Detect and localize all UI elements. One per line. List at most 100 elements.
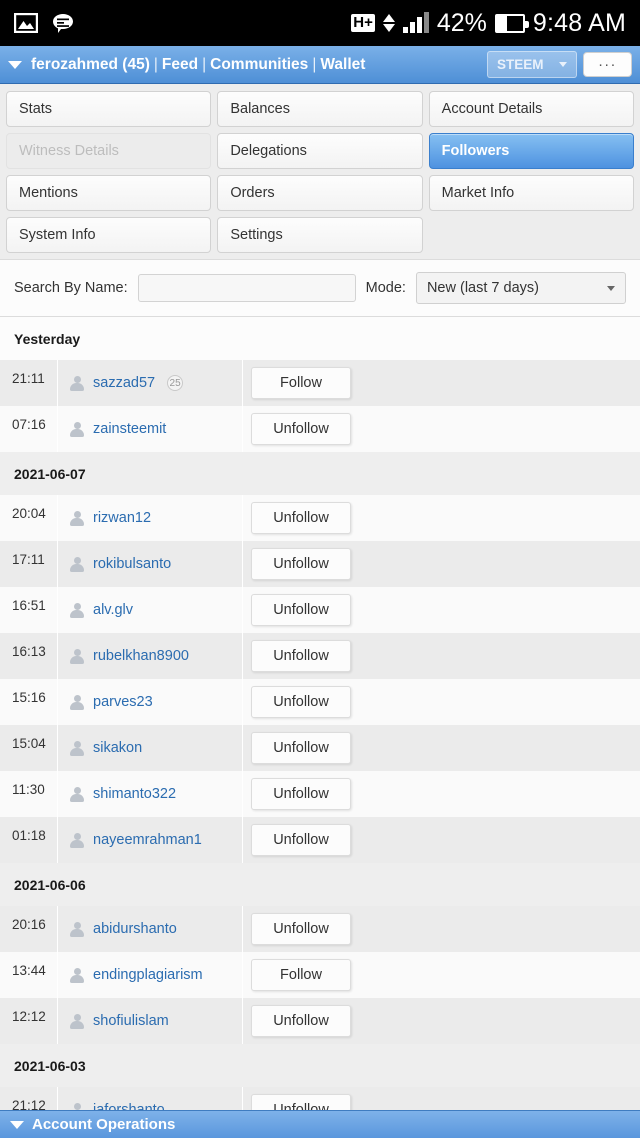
tab-grid: Stats Balances Account Details Witness D… <box>6 91 634 253</box>
user-icon <box>70 602 84 618</box>
date-group-header: 2021-06-06 <box>0 863 640 906</box>
row-user[interactable]: zainsteemit <box>58 406 243 452</box>
row-time: 15:16 <box>0 679 58 725</box>
data-transfer-icon <box>382 14 395 32</box>
row-time: 16:13 <box>0 633 58 679</box>
username-link[interactable]: shimanto322 <box>93 786 176 802</box>
unfollow-button[interactable]: Unfollow <box>251 548 351 580</box>
unfollow-button[interactable]: Unfollow <box>251 732 351 764</box>
table-row: 13:44 endingplagiarism Follow <box>0 952 640 998</box>
unfollow-button[interactable]: Unfollow <box>251 913 351 945</box>
tab-settings[interactable]: Settings <box>217 217 423 253</box>
mode-select[interactable]: New (last 7 days) <box>415 272 626 304</box>
table-row: 15:16 parves23 Unfollow <box>0 679 640 725</box>
unfollow-button[interactable]: Unfollow <box>251 686 351 718</box>
nav-link-communities[interactable]: Communities <box>210 56 308 73</box>
tab-stats[interactable]: Stats <box>6 91 212 127</box>
tab-followers[interactable]: Followers <box>428 133 634 169</box>
unfollow-button[interactable]: Unfollow <box>251 824 351 856</box>
username-link[interactable]: sikakon <box>93 740 142 756</box>
tab-market-info[interactable]: Market Info <box>428 175 634 211</box>
chevron-down-icon[interactable] <box>8 60 22 69</box>
username-link[interactable]: rubelkhan8900 <box>93 648 189 664</box>
account-operations-bar[interactable]: Account Operations <box>0 1110 640 1138</box>
username-link[interactable]: sazzad57 <box>93 375 155 391</box>
row-user[interactable]: shimanto322 <box>58 771 243 817</box>
username-link[interactable]: abidurshanto <box>93 921 177 937</box>
android-status-bar: H+ 42% 9:48 AM <box>0 0 640 46</box>
unfollow-button[interactable]: Unfollow <box>251 1005 351 1037</box>
network-type-icon: H+ <box>351 14 375 32</box>
username-link[interactable]: rizwan12 <box>93 510 151 526</box>
nav-link-feed[interactable]: Feed <box>162 56 198 73</box>
row-time: 11:30 <box>0 771 58 817</box>
more-options-button[interactable]: ... <box>583 52 632 77</box>
row-action: Unfollow <box>243 998 640 1044</box>
tab-witness-details: Witness Details <box>6 133 212 169</box>
table-row: 17:11 rokibulsanto Unfollow <box>0 541 640 587</box>
tab-system-info[interactable]: System Info <box>6 217 212 253</box>
row-time: 16:51 <box>0 587 58 633</box>
user-icon <box>70 786 84 802</box>
app-screen: H+ 42% 9:48 AM ferozahmed (45) | Feed | Comm… <box>0 0 640 1138</box>
separator: | <box>312 55 317 73</box>
nav-link-wallet[interactable]: Wallet <box>320 56 365 73</box>
row-action: Follow <box>243 360 640 406</box>
unfollow-button[interactable]: Unfollow <box>251 640 351 672</box>
row-action: Unfollow <box>243 817 640 863</box>
tab-mentions[interactable]: Mentions <box>6 175 212 211</box>
user-icon <box>70 648 84 664</box>
row-action: Unfollow <box>243 633 640 679</box>
row-user[interactable]: rubelkhan8900 <box>58 633 243 679</box>
tab-orders[interactable]: Orders <box>217 175 423 211</box>
account-name-link[interactable]: ferozahmed (45) <box>31 56 150 73</box>
username-link[interactable]: endingplagiarism <box>93 967 203 983</box>
table-row: 12:12 shofiulislam Unfollow <box>0 998 640 1044</box>
row-user[interactable]: rokibulsanto <box>58 541 243 587</box>
follow-button[interactable]: Follow <box>251 367 351 399</box>
app-header-controls: STEEM ... <box>486 51 640 78</box>
mode-select-value: New (last 7 days) <box>426 280 539 296</box>
user-icon <box>70 510 84 526</box>
row-user[interactable]: sazzad57 25 <box>58 360 243 406</box>
message-icon <box>53 13 73 33</box>
status-bar-indicators: H+ 42% 9:48 AM <box>351 9 626 38</box>
table-row: 21:11 sazzad57 25 Follow <box>0 360 640 406</box>
username-link[interactable]: alv.glv <box>93 602 133 618</box>
app-header-links: ferozahmed (45) | Feed | Communities | Wallet <box>31 56 365 74</box>
tab-balances[interactable]: Balances <box>217 91 423 127</box>
row-time: 07:16 <box>0 406 58 452</box>
row-action: Unfollow <box>243 495 640 541</box>
follow-button[interactable]: Follow <box>251 959 351 991</box>
user-icon <box>70 740 84 756</box>
row-action: Unfollow <box>243 771 640 817</box>
username-link[interactable]: zainsteemit <box>93 421 166 437</box>
row-user[interactable]: endingplagiarism <box>58 952 243 998</box>
filter-bar: Search By Name: Mode: New (last 7 days) <box>0 259 640 317</box>
row-user[interactable]: parves23 <box>58 679 243 725</box>
row-user[interactable]: rizwan12 <box>58 495 243 541</box>
row-user[interactable]: sikakon <box>58 725 243 771</box>
unfollow-button[interactable]: Unfollow <box>251 413 351 445</box>
row-user[interactable]: abidurshanto <box>58 906 243 952</box>
account-operations-label: Account Operations <box>32 1116 176 1133</box>
chevron-down-icon <box>607 285 615 291</box>
row-time: 21:11 <box>0 360 58 406</box>
unfollow-button[interactable]: Unfollow <box>251 778 351 810</box>
tab-delegations[interactable]: Delegations <box>217 133 423 169</box>
chain-selector-dropdown[interactable]: STEEM <box>486 51 578 78</box>
tab-account-details[interactable]: Account Details <box>428 91 634 127</box>
username-link[interactable]: shofiulislam <box>93 1013 169 1029</box>
row-user[interactable]: nayeemrahman1 <box>58 817 243 863</box>
username-link[interactable]: rokibulsanto <box>93 556 171 572</box>
unfollow-button[interactable]: Unfollow <box>251 594 351 626</box>
search-input[interactable] <box>137 274 356 302</box>
unfollow-button[interactable]: Unfollow <box>251 502 351 534</box>
row-user[interactable]: shofiulislam <box>58 998 243 1044</box>
username-link[interactable]: parves23 <box>93 694 153 710</box>
table-row: 11:30 shimanto322 Unfollow <box>0 771 640 817</box>
row-user[interactable]: alv.glv <box>58 587 243 633</box>
row-time: 01:18 <box>0 817 58 863</box>
row-time: 13:44 <box>0 952 58 998</box>
username-link[interactable]: nayeemrahman1 <box>93 832 202 848</box>
